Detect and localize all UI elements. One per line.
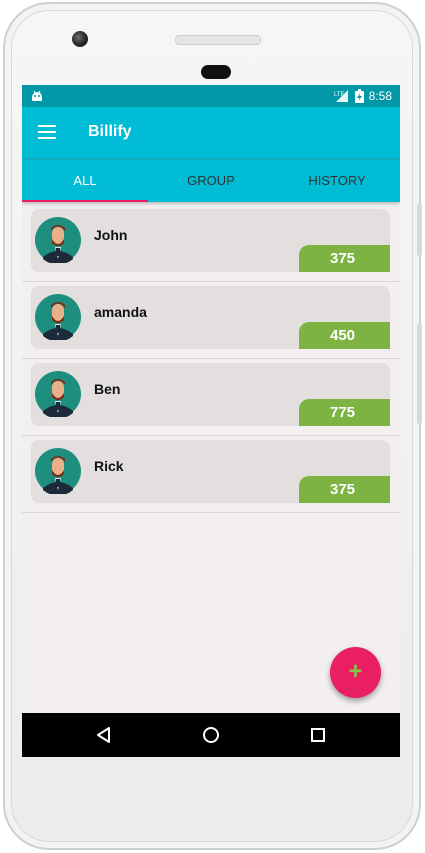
status-time: 8:58 — [368, 89, 392, 103]
back-triangle-icon[interactable] — [94, 725, 114, 745]
list-item[interactable]: Ben 775 — [22, 359, 400, 436]
avatar — [35, 294, 81, 340]
lte-signal-icon: LTE — [334, 90, 348, 102]
amount-badge: 450 — [299, 322, 390, 349]
add-button[interactable]: + — [330, 647, 381, 698]
person-card[interactable]: Rick 375 — [31, 440, 390, 503]
tab-bar: ALL GROUP HISTORY — [22, 159, 400, 202]
avatar — [35, 448, 81, 494]
status-bar: LTE 8:58 — [22, 85, 400, 107]
app-bar: Billify — [22, 107, 400, 159]
list-item[interactable]: amanda 450 — [22, 282, 400, 359]
recents-square-icon[interactable] — [308, 725, 328, 745]
person-card[interactable]: John 375 — [31, 209, 390, 272]
power-button — [417, 204, 422, 256]
front-camera — [72, 31, 88, 47]
avatar — [35, 217, 81, 263]
person-name: amanda — [94, 304, 147, 320]
home-circle-icon[interactable] — [201, 725, 221, 745]
person-card[interactable]: Ben 775 — [31, 363, 390, 426]
app-title: Billify — [88, 123, 132, 140]
android-notification-icon — [32, 90, 42, 101]
person-card[interactable]: amanda 450 — [31, 286, 390, 349]
battery-charging-icon — [354, 89, 364, 103]
person-name: Ben — [94, 381, 121, 397]
amount-badge: 375 — [299, 476, 390, 503]
svg-text:LTE: LTE — [334, 92, 345, 98]
list-item[interactable]: John 375 — [22, 205, 400, 282]
hamburger-menu-icon[interactable] — [38, 125, 56, 139]
amount-badge: 775 — [299, 399, 390, 426]
avatar — [35, 371, 81, 417]
volume-button — [417, 324, 422, 424]
person-name: John — [94, 227, 128, 243]
tab-all[interactable]: ALL — [22, 160, 148, 202]
amount-badge: 375 — [299, 245, 390, 272]
list-item[interactable]: Rick 375 — [22, 436, 400, 513]
proximity-sensor — [201, 65, 231, 79]
earpiece-speaker — [175, 35, 261, 45]
navigation-bar — [22, 713, 400, 757]
people-list: John 375 amanda 450 Ben 775 Rick 375 — [22, 205, 400, 513]
person-name: Rick — [94, 458, 124, 474]
status-indicators: LTE 8:58 — [334, 85, 392, 107]
tab-group[interactable]: GROUP — [148, 160, 274, 202]
tab-history[interactable]: HISTORY — [274, 160, 400, 202]
app-screen: LTE 8:58 Billify ALL GROUP HISTORY John … — [22, 85, 400, 757]
